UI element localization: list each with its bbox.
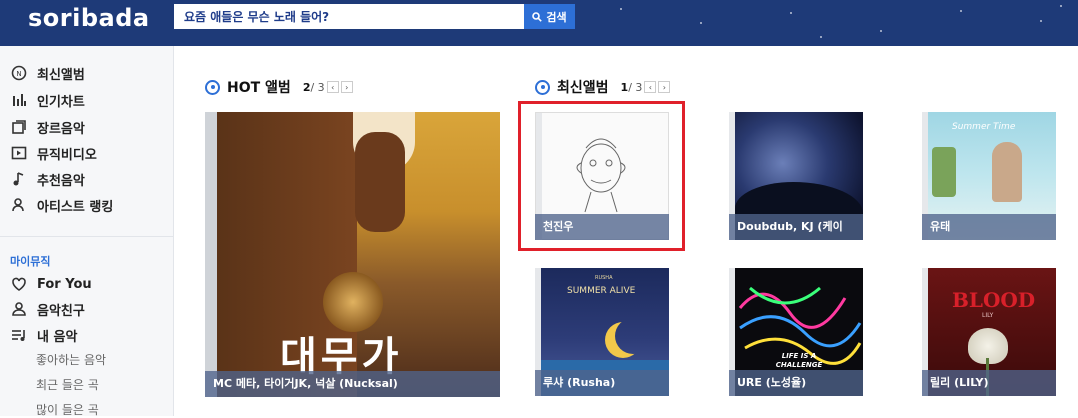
genre-icon bbox=[10, 119, 27, 136]
sidebar-item-music-friends[interactable]: 음악친구 bbox=[10, 299, 85, 319]
sidebar-item-my-music[interactable]: 내 음악 bbox=[10, 325, 77, 345]
chart-icon bbox=[10, 92, 27, 109]
latest-album-caption-6: 릴리 (LILY) bbox=[922, 370, 1056, 396]
latest-album-title: 최신앨범 bbox=[557, 80, 609, 96]
friends-icon bbox=[10, 301, 27, 318]
search-icon bbox=[532, 11, 543, 22]
latest-pager: 1/ 3 bbox=[620, 80, 643, 94]
sidebar-sub-liked[interactable]: 좋아하는 음악 bbox=[36, 351, 106, 368]
hot-album-header: HOT 앨범 2/ 3 ‹ › bbox=[205, 77, 353, 97]
hot-pager: 2/ 3 bbox=[302, 80, 325, 94]
latest-album-cover-small-6: LILY bbox=[982, 312, 994, 319]
latest-album-card-2[interactable]: Doubdub, KJ (케이 bbox=[729, 112, 863, 240]
latest-album-card-5[interactable]: LIFE IS A CHALLENGE URE (노성율) bbox=[729, 268, 863, 396]
search-button[interactable]: 검색 bbox=[524, 4, 575, 29]
playlist-icon bbox=[10, 327, 27, 344]
latest-album-header: 최신앨범 1/ 3 ‹ › bbox=[535, 77, 671, 97]
latest-album-card-6[interactable]: BLOOD LILY 릴리 (LILY) bbox=[922, 268, 1056, 396]
latest-album-cover-text-6: BLOOD bbox=[952, 288, 1036, 312]
hot-icon bbox=[205, 79, 220, 95]
svg-text:N: N bbox=[16, 70, 21, 78]
sidebar-item-new-albums[interactable]: N 최신앨범 bbox=[10, 63, 85, 83]
logo[interactable]: soribada bbox=[28, 4, 150, 32]
latest-album-cover-small-4: RUSHA bbox=[595, 275, 613, 281]
latest-icon bbox=[535, 79, 550, 95]
hot-album-title: HOT 앨범 bbox=[227, 80, 291, 96]
sidebar: N 최신앨범 인기차트 장르음악 뮤직비디오 추천음악 아티스트 랭킹 마이뮤직… bbox=[0, 46, 174, 418]
search-placeholder: 요즘 애들은 무슨 노래 들어? bbox=[184, 10, 330, 24]
sidebar-item-music-video[interactable]: 뮤직비디오 bbox=[10, 143, 97, 163]
sidebar-item-for-you[interactable]: For You bbox=[10, 274, 92, 294]
search-button-label: 검색 bbox=[546, 10, 567, 24]
latest-prev-button[interactable]: ‹ bbox=[644, 81, 657, 93]
music-note-icon bbox=[10, 171, 27, 188]
selection-highlight bbox=[518, 101, 685, 251]
sidebar-sub-recent[interactable]: 최근 들은 곡 bbox=[36, 376, 99, 393]
latest-album-cover-text-4: SUMMER ALIVE bbox=[567, 286, 636, 296]
video-icon bbox=[10, 145, 27, 162]
latest-album-card-3[interactable]: Summer Time 유태 bbox=[922, 112, 1056, 240]
my-music-title: 마이뮤직 bbox=[10, 255, 51, 268]
new-icon: N bbox=[10, 65, 27, 82]
artist-icon bbox=[10, 197, 27, 214]
latest-album-caption-5: URE (노성율) bbox=[729, 370, 863, 396]
hot-album-card[interactable]: 대무가 MC 메타, 타이거JK, 넉살 (Nucksal) bbox=[205, 112, 500, 397]
sidebar-item-artist-ranking[interactable]: 아티스트 랭킹 bbox=[10, 195, 113, 215]
latest-album-cover-text-3: Summer Time bbox=[952, 122, 1016, 132]
heart-icon bbox=[10, 276, 27, 293]
latest-next-button[interactable]: › bbox=[658, 81, 671, 93]
hot-prev-button[interactable]: ‹ bbox=[326, 81, 339, 93]
hot-next-button[interactable]: › bbox=[340, 81, 353, 93]
search-input[interactable]: 요즘 애들은 무슨 노래 들어? bbox=[174, 4, 524, 29]
latest-album-card-4[interactable]: RUSHA SUMMER ALIVE 루샤 (Rusha) bbox=[535, 268, 669, 396]
sidebar-sub-most-played[interactable]: 많이 들은 곡 bbox=[36, 401, 99, 418]
top-header: soribada 요즘 애들은 무슨 노래 들어? 검색 bbox=[0, 0, 1078, 46]
sidebar-item-chart[interactable]: 인기차트 bbox=[10, 90, 85, 110]
latest-album-caption-3: 유태 bbox=[922, 214, 1056, 240]
sidebar-item-genre[interactable]: 장르음악 bbox=[10, 117, 85, 137]
latest-album-caption-2: Doubdub, KJ (케이 bbox=[729, 214, 863, 240]
latest-album-cover-text-5: LIFE IS A CHALLENGE bbox=[775, 352, 823, 369]
hot-album-caption: MC 메타, 타이거JK, 넉살 (Nucksal) bbox=[205, 371, 500, 397]
hot-album-cover: 대무가 bbox=[205, 112, 500, 397]
sidebar-item-recommend[interactable]: 추천음악 bbox=[10, 169, 85, 189]
sidebar-divider bbox=[0, 236, 173, 237]
latest-album-caption-4: 루샤 (Rusha) bbox=[535, 370, 669, 396]
